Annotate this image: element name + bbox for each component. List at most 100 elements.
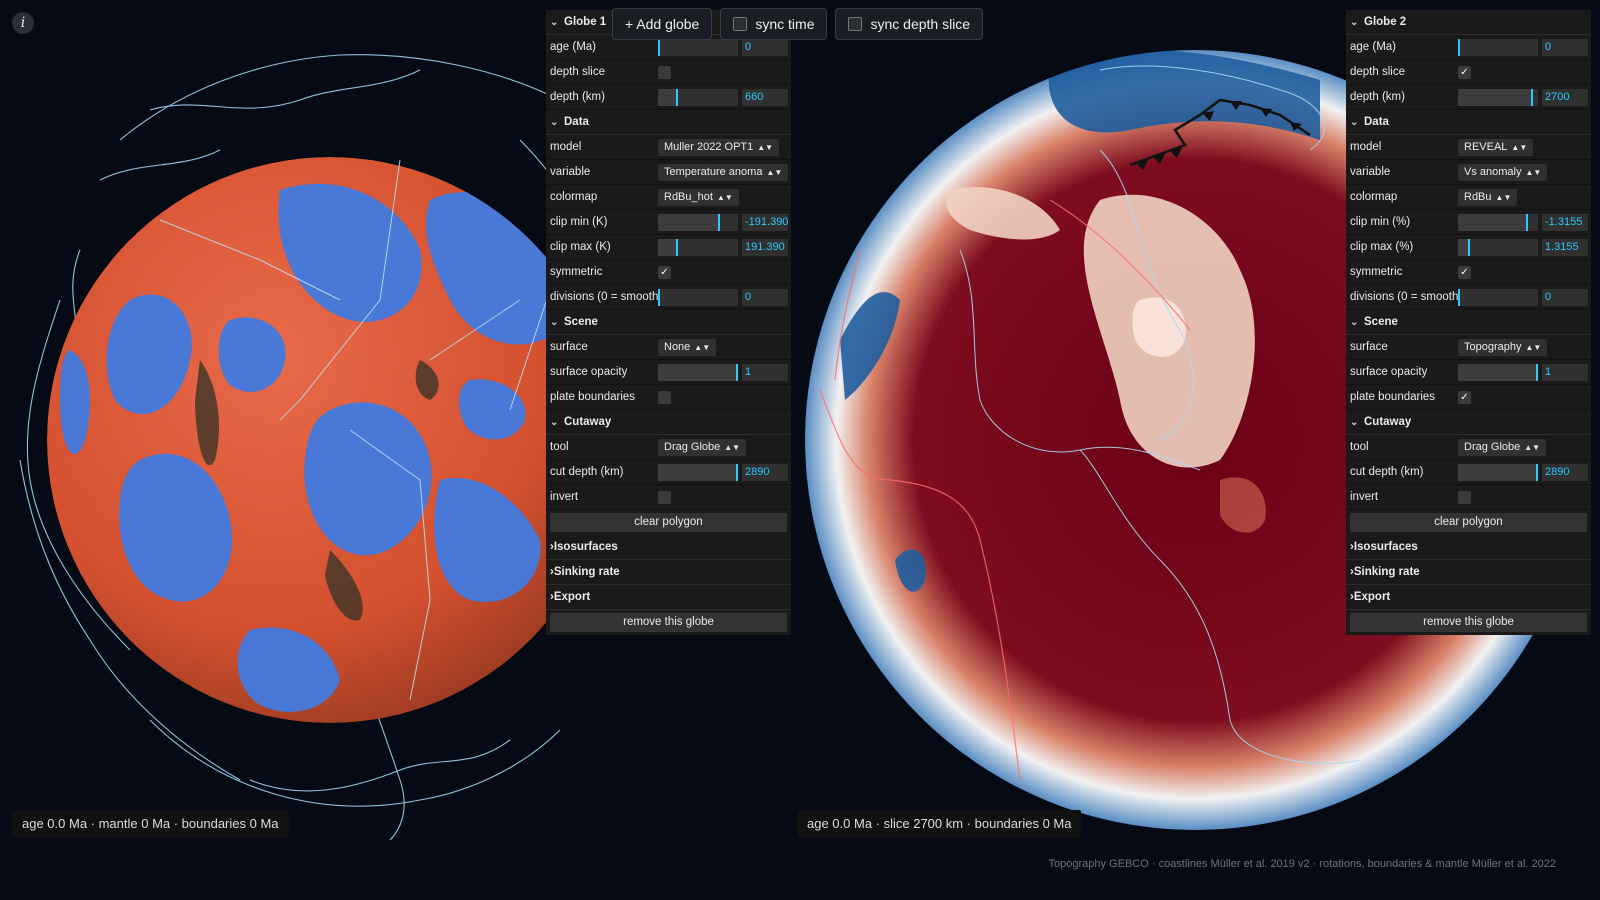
slider-knob[interactable] (736, 463, 738, 481)
row-label: invert (550, 491, 579, 503)
clipmin-slider[interactable] (658, 213, 738, 231)
clipmax-input[interactable]: 1.3155 (1542, 238, 1588, 256)
sync-depth-checkbox[interactable] (848, 17, 863, 31)
symmetric-checkbox[interactable]: ✓ (658, 265, 671, 279)
globe2-row-depth-slice: depth slice ✓ (1346, 60, 1591, 85)
cut-input[interactable]: 2890 (1542, 463, 1588, 481)
age-slider[interactable] (1458, 38, 1538, 56)
globe2-section-header[interactable]: ⌄ Globe 2 (1346, 10, 1591, 35)
globe1-remove-button[interactable]: remove this globe (550, 613, 787, 632)
globe2-row-colormap: colormap RdBu ▲▼ (1346, 185, 1591, 210)
select-arrows-icon: ▲▼ (766, 167, 783, 177)
model-select[interactable]: REVEAL ▲▼ (1458, 138, 1534, 156)
clipmin-input[interactable]: -1.3155 (1542, 213, 1588, 231)
globe1-section-export[interactable]: › Export (546, 585, 791, 610)
slider-knob[interactable] (1536, 363, 1538, 381)
depth-slice-checkbox[interactable]: ✓ (1458, 65, 1471, 79)
slider-knob[interactable] (1468, 238, 1470, 256)
globe1-row-symmetric: symmetric ✓ (546, 260, 791, 285)
model-select[interactable]: Muller 2022 OPT1 ▲▼ (658, 138, 780, 156)
globe1-section-scene[interactable]: ⌄ Scene (546, 310, 791, 335)
slider-knob[interactable] (736, 363, 738, 381)
slider-knob[interactable] (658, 38, 660, 56)
tool-select[interactable]: Drag Globe ▲▼ (1458, 438, 1547, 456)
info-button[interactable]: i (12, 12, 34, 34)
depth-input[interactable]: 2700 (1542, 88, 1588, 106)
globe2-section-iso[interactable]: › Isosurfaces (1346, 535, 1591, 560)
globe2-row-tool: tool Drag Globe ▲▼ (1346, 435, 1591, 460)
globe1-row-surface: surface None ▲▼ (546, 335, 791, 360)
sync-time-toggle[interactable]: sync time (720, 8, 828, 40)
age-input[interactable]: 0 (742, 38, 788, 56)
add-globe-button[interactable]: + Add globe (612, 8, 713, 40)
slider-knob[interactable] (676, 238, 678, 256)
clipmin-slider[interactable] (1458, 213, 1538, 231)
slider-knob[interactable] (1526, 213, 1528, 231)
surface-select[interactable]: Topography ▲▼ (1458, 338, 1548, 356)
colormap-select[interactable]: RdBu_hot ▲▼ (658, 188, 739, 206)
slider-knob[interactable] (1458, 288, 1460, 306)
row-label: plate boundaries (550, 391, 636, 403)
chevron-down-icon: ⌄ (1350, 16, 1359, 28)
plates-checkbox[interactable] (658, 390, 671, 404)
age-slider[interactable] (658, 38, 738, 56)
globe2-row-divisions: divisions (0 = smooth) 0 (1346, 285, 1591, 310)
divisions-slider[interactable] (1458, 288, 1538, 306)
tool-select[interactable]: Drag Globe ▲▼ (658, 438, 747, 456)
row-label: symmetric (1350, 266, 1403, 278)
slider-knob[interactable] (1458, 38, 1460, 56)
globe1-section-cutaway[interactable]: ⌄ Cutaway (546, 410, 791, 435)
globe2-section-data[interactable]: ⌄ Data (1346, 110, 1591, 135)
row-label: model (1350, 141, 1382, 153)
slider-knob[interactable] (1536, 463, 1538, 481)
globe2-section-cutaway[interactable]: ⌄ Cutaway (1346, 410, 1591, 435)
depth-input[interactable]: 660 (742, 88, 788, 106)
globe1-section-iso[interactable]: › Isosurfaces (546, 535, 791, 560)
globe1-clear-button[interactable]: clear polygon (550, 513, 787, 532)
globe1-section-data[interactable]: ⌄ Data (546, 110, 791, 135)
slider-fill (1458, 88, 1531, 106)
divisions-input[interactable]: 0 (1542, 288, 1588, 306)
globe2-clear-button[interactable]: clear polygon (1350, 513, 1587, 532)
age-input[interactable]: 0 (1542, 38, 1588, 56)
clipmax-slider[interactable] (1458, 238, 1538, 256)
variable-select[interactable]: Temperature anoma ▲▼ (658, 163, 789, 181)
colormap-select[interactable]: RdBu ▲▼ (1458, 188, 1518, 206)
divisions-slider[interactable] (658, 288, 738, 306)
invert-checkbox[interactable] (1458, 490, 1471, 504)
depth-slider[interactable] (658, 88, 738, 106)
cut-slider[interactable] (658, 463, 738, 481)
surface-select[interactable]: None ▲▼ (658, 338, 717, 356)
plates-checkbox[interactable]: ✓ (1458, 390, 1471, 404)
invert-checkbox[interactable] (658, 490, 671, 504)
cut-input[interactable]: 2890 (742, 463, 788, 481)
globe2-section-scene[interactable]: ⌄ Scene (1346, 310, 1591, 335)
clipmax-slider[interactable] (658, 238, 738, 256)
globe2-section-sinking[interactable]: › Sinking rate (1346, 560, 1591, 585)
variable-select[interactable]: Vs anomaly ▲▼ (1458, 163, 1548, 181)
slider-knob[interactable] (676, 88, 678, 106)
opacity-slider[interactable] (1458, 363, 1538, 381)
divisions-input[interactable]: 0 (742, 288, 788, 306)
select-arrows-icon: ▲▼ (1524, 442, 1541, 452)
symmetric-checkbox[interactable]: ✓ (1458, 265, 1471, 279)
sync-depth-toggle[interactable]: sync depth slice (835, 8, 984, 40)
globe2-section-export[interactable]: › Export (1346, 585, 1591, 610)
depth-slider[interactable] (1458, 88, 1538, 106)
slider-knob[interactable] (718, 213, 720, 231)
opacity-slider[interactable] (658, 363, 738, 381)
globe2-remove-button[interactable]: remove this globe (1350, 613, 1587, 632)
clipmin-input[interactable]: -191.390 (742, 213, 788, 231)
opacity-input[interactable]: 1 (742, 363, 788, 381)
row-label: cut depth (km) (1350, 466, 1424, 478)
slider-knob[interactable] (1531, 88, 1533, 106)
cut-slider[interactable] (1458, 463, 1538, 481)
globe1-section-sinking[interactable]: › Sinking rate (546, 560, 791, 585)
slider-knob[interactable] (658, 288, 660, 306)
clipmax-input[interactable]: 191.390 (742, 238, 788, 256)
sync-time-checkbox[interactable] (733, 17, 748, 31)
depth-slice-checkbox[interactable] (658, 65, 671, 79)
row-label: cut depth (km) (550, 466, 624, 478)
opacity-input[interactable]: 1 (1542, 363, 1588, 381)
chevron-down-icon: ⌄ (550, 116, 559, 128)
